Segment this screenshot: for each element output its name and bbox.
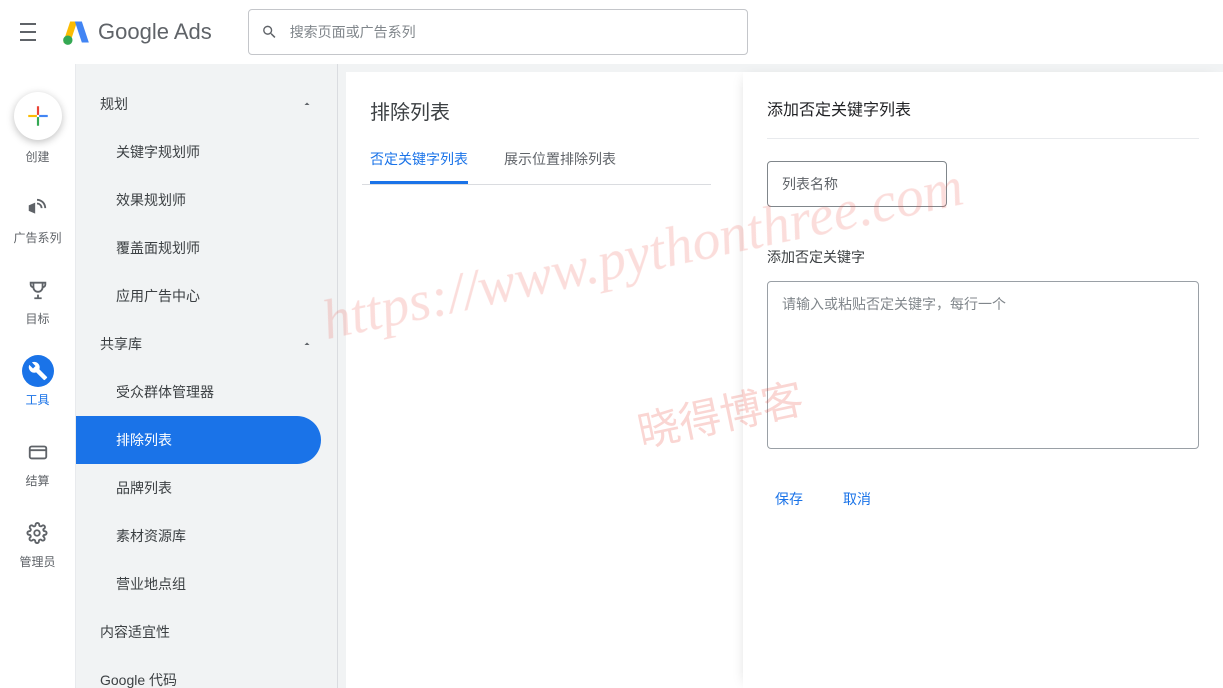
nav-item[interactable]: 排除列表 [76,416,321,464]
nav-item[interactable]: 覆盖面规划师 [76,224,321,272]
keywords-textarea[interactable] [767,281,1199,449]
nav-section-header[interactable]: 规划 [76,80,337,128]
save-button[interactable]: 保存 [775,489,803,509]
logo[interactable]: Google Ads [62,18,212,46]
nav-item[interactable]: 效果规划师 [76,176,321,224]
nav-section-header[interactable]: 共享库 [76,320,337,368]
tab[interactable]: 否定关键字列表 [370,149,468,184]
page-title: 排除列表 [362,96,711,125]
search-input[interactable] [290,24,735,40]
ads-logo-icon [62,18,90,46]
tabs: 否定关键字列表 展示位置排除列表 [362,149,711,185]
rail-tools[interactable]: 工具 [22,355,54,408]
panel-title: 添加否定关键字列表 [767,96,1199,139]
logo-text: Google Ads [98,19,212,45]
card-icon [27,441,49,463]
rail-goals[interactable]: 目标 [22,274,54,327]
secondary-sidebar: 规划关键字规划师效果规划师覆盖面规划师应用广告中心共享库受众群体管理器排除列表品… [76,64,338,688]
nav-item[interactable]: 品牌列表 [76,464,321,512]
nav-item[interactable]: 关键字规划师 [76,128,321,176]
nav-item[interactable]: 营业地点组 [76,560,321,608]
megaphone-icon [26,198,48,220]
search-icon [261,23,278,41]
rail-billing[interactable]: 结算 [22,436,54,489]
nav-section-header[interactable]: Google 代码 [76,656,337,688]
nav-item[interactable]: 素材资源库 [76,512,321,560]
chevron-up-icon [301,98,313,110]
rail-tools-label: 工具 [25,391,49,408]
list-name-input[interactable] [767,161,947,207]
plus-icon [25,103,51,129]
cancel-button[interactable]: 取消 [843,489,871,509]
create-button[interactable] [14,92,62,140]
panel-actions: 保存 取消 [767,449,1199,509]
gear-icon [26,522,48,544]
nav-item[interactable]: 受众群体管理器 [76,368,321,416]
tools-icon [28,361,48,381]
header: Google Ads [0,0,1223,64]
rail-create[interactable]: 创建 [14,82,62,165]
hamburger-menu-icon[interactable] [16,23,40,41]
rail-admin-label: 管理员 [19,553,55,570]
rail-billing-label: 结算 [25,472,49,489]
chevron-up-icon [301,338,313,350]
trophy-icon [27,279,49,301]
rail-campaigns[interactable]: 广告系列 [13,193,61,246]
rail-create-label: 创建 [25,148,49,165]
rail-campaigns-label: 广告系列 [13,229,61,246]
search-box[interactable] [248,9,748,55]
nav-item[interactable]: 应用广告中心 [76,272,321,320]
rail-goals-label: 目标 [25,310,49,327]
nav-section-header[interactable]: 内容适宜性 [76,608,337,656]
content: 排除列表 否定关键字列表展示位置排除列表 https://www.pythont… [346,72,743,688]
rail-admin[interactable]: 管理员 [19,517,55,570]
tab[interactable]: 展示位置排除列表 [504,149,616,184]
nav-rail: 创建 广告系列 目标 工具 结算 管理员 [0,64,76,688]
panel-section-label: 添加否定关键字 [767,247,1199,267]
side-panel: 添加否定关键字列表 添加否定关键字 保存 取消 [743,72,1223,688]
main-area: 排除列表 否定关键字列表展示位置排除列表 https://www.pythont… [346,72,1223,688]
